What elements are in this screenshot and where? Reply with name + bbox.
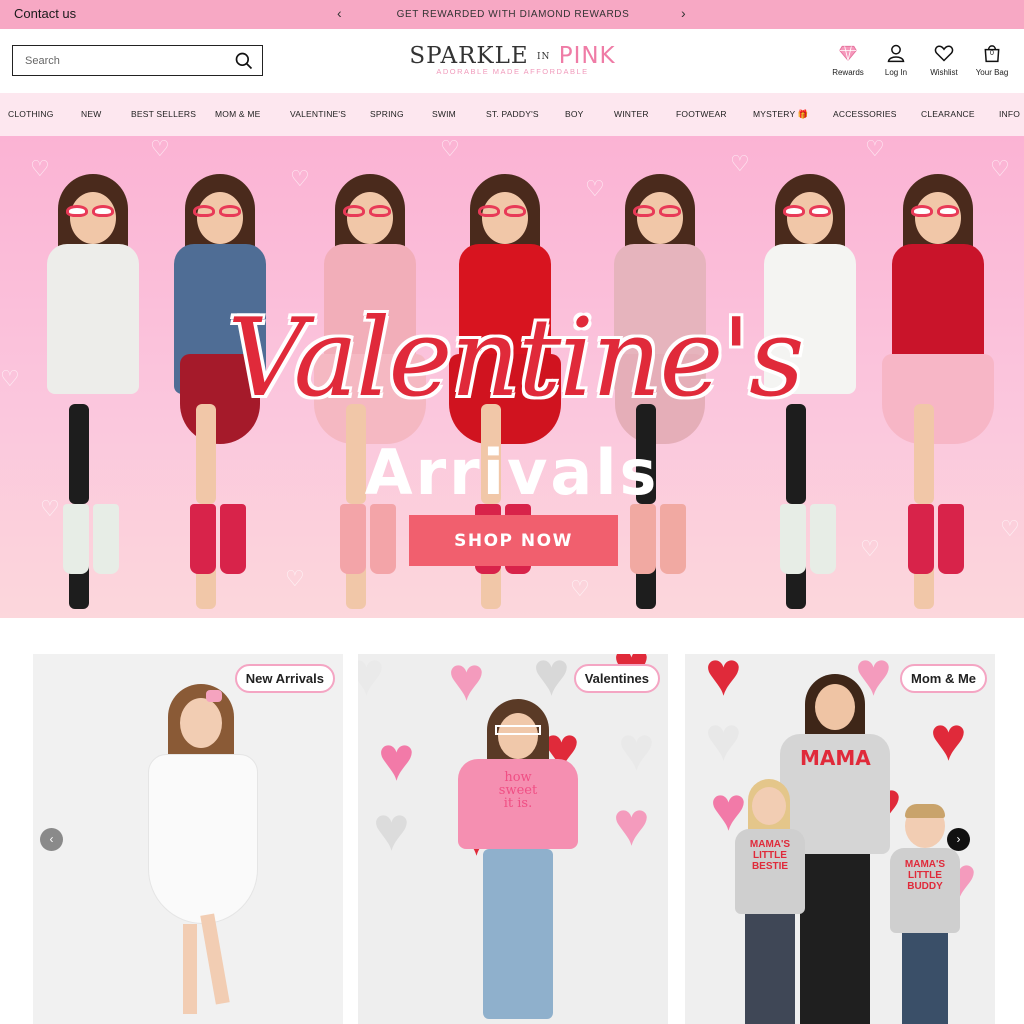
balloon-decoration: ♥ [618,715,655,784]
site-header: SPARKLE IN PINK ADORABLE MADE AFFORDABLE… [0,29,1024,93]
badge-valentines[interactable]: Valentines [573,664,660,693]
nav-item-st-paddys[interactable]: ST. PADDY'S [486,109,539,119]
announcement-bar: Contact us ‹ GET REWARDED WITH DIAMOND R… [0,0,1024,29]
heart-icon [934,45,954,62]
carousel-next-button[interactable]: › [947,828,970,851]
nav-item-info[interactable]: INFO [999,109,1020,119]
login-button[interactable]: Log In [872,43,920,83]
nav-item-accessories[interactable]: ACCESSORIES [833,109,897,119]
rewards-button[interactable]: Rewards [824,43,872,83]
nav-item-spring[interactable]: SPRING [370,109,404,119]
rewards-label: Rewards [832,68,864,77]
heart-decoration: ♡ [440,136,460,161]
main-nav: CLOTHING NEW BEST SELLERS MOM & ME VALEN… [0,93,1024,136]
logo-in: IN [536,52,551,62]
balloon-decoration: ♥ [705,654,742,709]
search-input[interactable] [13,46,223,75]
diamond-icon [839,45,857,62]
model-girl-bestie: MAMA'S LITTLE BESTIE [730,779,810,1024]
sweater-text: how sweet it is. [498,770,538,811]
logo-tagline: ADORABLE MADE AFFORDABLE [436,67,589,76]
badge-new-arrivals[interactable]: New Arrivals [234,664,335,693]
nav-item-new[interactable]: NEW [81,109,101,119]
heart-decoration: ♡ [290,166,310,191]
nav-item-best-sellers[interactable]: BEST SELLERS [131,109,196,119]
bag-count: 0 [990,50,994,57]
card-new-arrivals[interactable]: New Arrivals [33,654,343,1024]
search-icon[interactable] [234,51,254,71]
nav-item-winter[interactable]: WINTER [614,109,649,119]
contact-us-link[interactable]: Contact us [14,6,76,21]
header-icons: Rewards Log In Wishlist 0 Your Bag [824,43,1016,83]
model-kid-1 [33,174,153,609]
nav-item-mystery[interactable]: MYSTERY 🎁 [753,109,809,120]
heart-decoration: ♡ [730,151,750,176]
hero-subtitle: Arrivals [364,436,660,509]
logo-pink: PINK [558,43,616,69]
shop-now-button[interactable]: SHOP NOW [409,515,618,566]
announcement-message[interactable]: GET REWARDED WITH DIAMOND REWARDS [360,9,666,20]
user-icon [887,44,905,63]
hero-title: Valentine's [227,296,804,421]
wishlist-label: Wishlist [930,68,958,77]
bag-button[interactable]: 0 Your Bag [968,43,1016,83]
logo-wordmark: SPARKLE IN PINK [405,43,620,69]
buddy-shirt-text: MAMA'S LITTLE BUDDY [904,859,946,892]
heart-decoration: ♡ [150,136,170,161]
mom-shirt-text: MAMA [800,746,871,770]
heart-decoration: ♡ [0,366,20,391]
hero-banner[interactable]: ♡ ♡ ♡ ♡ ♡ ♡ ♡ ♡ ♡ ♡ ♡ ♡ ♡ ♡ Valentine's … [0,136,1024,618]
nav-item-clothing[interactable]: CLOTHING [8,109,54,119]
nav-item-mom-and-me[interactable]: MOM & ME [215,109,261,119]
logo-sparkle: SPARKLE [409,43,529,69]
nav-item-footwear[interactable]: FOOTWEAR [676,109,727,119]
carousel-prev-button[interactable]: ‹ [40,828,63,851]
bestie-shirt-text: MAMA'S LITTLE BESTIE [749,839,791,872]
model-girl-pink-sweater: how sweet it is. [443,699,593,1024]
card-valentines[interactable]: ♥ ♥ ♥ ♥ ♥ ♥ ♥ ♥ ♥ ♥ how sweet it is. Val… [358,654,668,1024]
announcement-next-arrow[interactable]: › [681,5,686,21]
heart-decoration: ♡ [285,566,305,591]
wishlist-button[interactable]: Wishlist [920,43,968,83]
nav-item-clearance[interactable]: CLEARANCE [921,109,975,119]
balloon-decoration: ♥ [930,705,967,774]
badge-mom-and-me[interactable]: Mom & Me [900,664,987,693]
balloon-decoration: ♥ [705,705,742,774]
balloon-decoration: ♥ [373,795,410,864]
heart-decoration: ♡ [865,136,885,161]
nav-item-valentines[interactable]: VALENTINE'S [290,109,346,119]
bag-label: Your Bag [975,68,1009,77]
model-girl-white-dress [128,684,278,1024]
site-logo[interactable]: SPARKLE IN PINK ADORABLE MADE AFFORDABLE [405,43,620,83]
balloon-decoration: ♥ [378,725,415,794]
model-kid-7 [878,174,998,609]
balloon-decoration: ♥ [613,790,650,859]
heart-decoration: ♡ [1000,516,1020,541]
heart-decoration: ♡ [570,576,590,601]
category-cards: New Arrivals ♥ ♥ ♥ ♥ ♥ ♥ ♥ ♥ ♥ ♥ how swe… [0,618,1024,1024]
balloon-decoration: ♥ [358,654,385,709]
search-box [12,45,263,76]
login-label: Log In [884,68,908,77]
nav-item-boy[interactable]: BOY [565,109,584,119]
announcement-prev-arrow[interactable]: ‹ [337,5,342,21]
nav-item-swim[interactable]: SWIM [432,109,456,119]
